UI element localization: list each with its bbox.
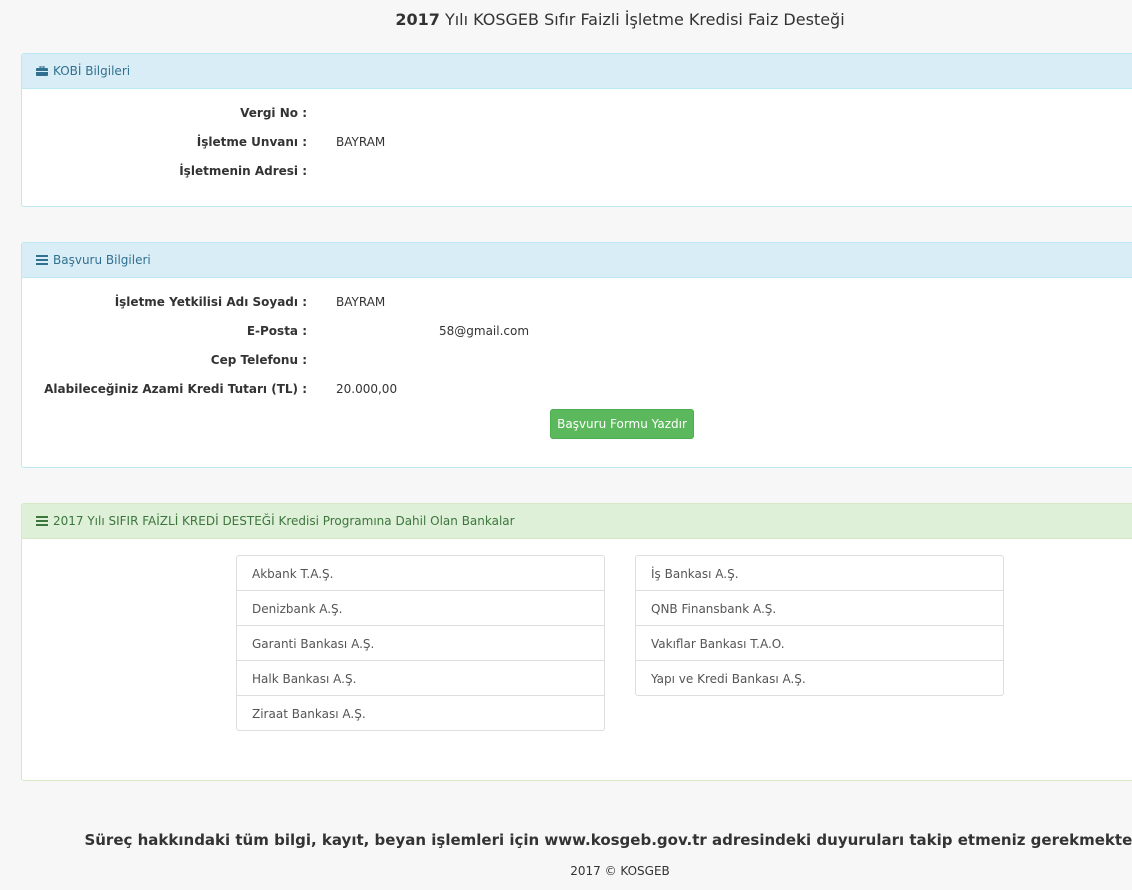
kredi-tutari-row: Alabileceğiniz Azami Kredi Tutarı (TL) :… — [22, 373, 1132, 402]
footer-note: Süreç hakkındaki tüm bilgi, kayıt, beyan… — [84, 831, 1132, 849]
page-title: 2017 Yılı KOSGEB Sıfır Faizli İşletme Kr… — [0, 10, 1132, 29]
list-item: Akbank T.A.Ş. — [237, 556, 604, 591]
kobi-panel: KOBİ Bilgileri Vergi No : İşletme Unvanı… — [21, 53, 1132, 207]
banks-panel-heading: 2017 Yılı SIFIR FAİZLİ KREDİ DESTEĞİ Kre… — [22, 504, 1132, 539]
banks-list-right: İş Bankası A.Ş. QNB Finansbank A.Ş. Vakı… — [635, 555, 1004, 696]
print-form-button[interactable]: Başvuru Formu Yazdır — [550, 409, 694, 439]
list-item: Denizbank A.Ş. — [237, 591, 604, 626]
eposta-row: E-Posta : 58@gmail.com — [22, 315, 1132, 344]
banks-heading-text: 2017 Yılı SIFIR FAİZLİ KREDİ DESTEĞİ Kre… — [53, 514, 515, 528]
list-item: Vakıflar Bankası T.A.O. — [636, 626, 1003, 661]
yetkili-value: BAYRAM — [336, 295, 386, 309]
basvuru-heading-text: Başvuru Bilgileri — [53, 253, 151, 267]
briefcase-icon — [36, 66, 48, 76]
isletme-unvani-row: İşletme Unvanı : BAYRAM — [22, 126, 1132, 155]
yetkili-row: İşletme Yetkilisi Adı Soyadı : BAYRAM — [22, 286, 1132, 315]
list-icon — [36, 516, 48, 526]
list-item: Yapı ve Kredi Bankası A.Ş. — [651, 672, 806, 686]
isletme-unvani-value: BAYRAM — [336, 135, 386, 149]
cep-telefonu-row: Cep Telefonu : — [22, 344, 1132, 373]
vergi-no-row: Vergi No : — [22, 97, 1132, 126]
list-item: Halk Bankası A.Ş. — [237, 661, 604, 696]
isletme-unvani-label: İşletme Unvanı : — [196, 135, 307, 149]
eposta-value: 58@gmail.com — [336, 324, 530, 338]
vergi-no-label: Vergi No : — [240, 106, 307, 120]
page-title-text: Yılı KOSGEB Sıfır Faizli İşletme Kredisi… — [439, 10, 845, 29]
basvuru-panel: Başvuru Bilgileri İşletme Yetkilisi Adı … — [21, 242, 1132, 468]
kobi-heading-text: KOBİ Bilgileri — [53, 64, 131, 78]
copyright: 2017 © KOSGEB — [570, 864, 670, 878]
banks-panel: 2017 Yılı SIFIR FAİZLİ KREDİ DESTEĞİ Kre… — [21, 503, 1132, 781]
cep-telefonu-label: Cep Telefonu : — [210, 353, 307, 367]
isletme-adresi-row: İşletmenin Adresi : — [22, 155, 1132, 184]
list-item: Ziraat Bankası A.Ş. — [252, 707, 366, 721]
eposta-label: E-Posta : — [246, 324, 307, 338]
list-icon — [36, 255, 48, 265]
list-item: Garanti Bankası A.Ş. — [237, 626, 604, 661]
kredi-tutari-value: 20.000,00 — [336, 382, 398, 396]
basvuru-panel-heading: Başvuru Bilgileri — [22, 243, 1132, 278]
kredi-tutari-label: Alabileceğiniz Azami Kredi Tutarı (TL) : — [44, 382, 307, 396]
yetkili-label: İşletme Yetkilisi Adı Soyadı : — [114, 295, 307, 309]
kobi-panel-heading: KOBİ Bilgileri — [22, 54, 1132, 89]
banks-list-left: Akbank T.A.Ş. Denizbank A.Ş. Garanti Ban… — [236, 555, 605, 731]
page-title-year: 2017 — [395, 10, 440, 29]
isletme-adresi-label: İşletmenin Adresi : — [179, 164, 307, 178]
list-item: İş Bankası A.Ş. — [636, 556, 1003, 591]
list-item: QNB Finansbank A.Ş. — [636, 591, 1003, 626]
